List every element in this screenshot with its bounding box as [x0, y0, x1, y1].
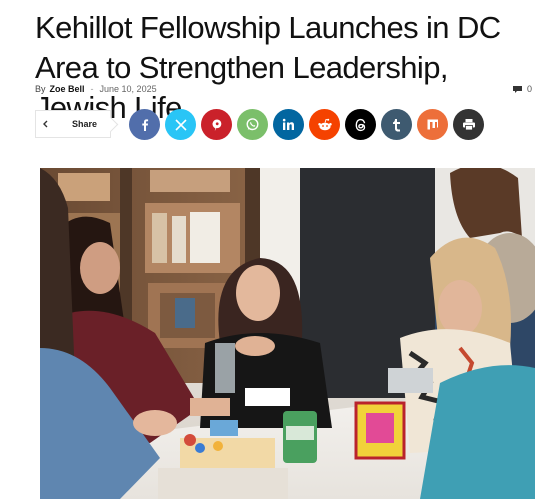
article-meta: By Zoe Bell - June 10, 2025 — [35, 84, 157, 94]
share-icon — [36, 111, 62, 137]
comments-link[interactable]: 0 — [512, 84, 532, 94]
whatsapp-icon — [246, 118, 259, 131]
mix-icon — [427, 119, 438, 130]
pinterest-icon — [212, 119, 221, 131]
comment-count: 0 — [526, 84, 532, 94]
by-label: By — [35, 84, 46, 94]
author-link[interactable]: Zoe Bell — [50, 84, 85, 94]
reddit-share-button[interactable] — [309, 109, 340, 140]
threads-icon — [355, 118, 365, 131]
pinterest-share-button[interactable] — [201, 109, 232, 140]
reddit-icon — [317, 118, 332, 130]
share-button[interactable]: Share — [35, 110, 111, 138]
comment-icon — [512, 85, 522, 93]
print-icon — [462, 119, 475, 131]
social-share-row — [129, 109, 484, 140]
x-share-button[interactable] — [165, 109, 196, 140]
threads-share-button[interactable] — [345, 109, 376, 140]
tumblr-icon — [393, 118, 400, 131]
share-label: Share — [72, 119, 98, 129]
meta-separator: - — [90, 84, 94, 94]
mix-share-button[interactable] — [417, 109, 448, 140]
linkedin-icon — [282, 118, 294, 130]
article-hero-photo — [40, 168, 535, 499]
publish-date: June 10, 2025 — [99, 84, 157, 94]
print-button[interactable] — [453, 109, 484, 140]
facebook-share-button[interactable] — [129, 109, 160, 140]
linkedin-share-button[interactable] — [273, 109, 304, 140]
x-icon — [174, 118, 187, 131]
tumblr-share-button[interactable] — [381, 109, 412, 140]
facebook-icon — [141, 118, 148, 131]
whatsapp-share-button[interactable] — [237, 109, 268, 140]
